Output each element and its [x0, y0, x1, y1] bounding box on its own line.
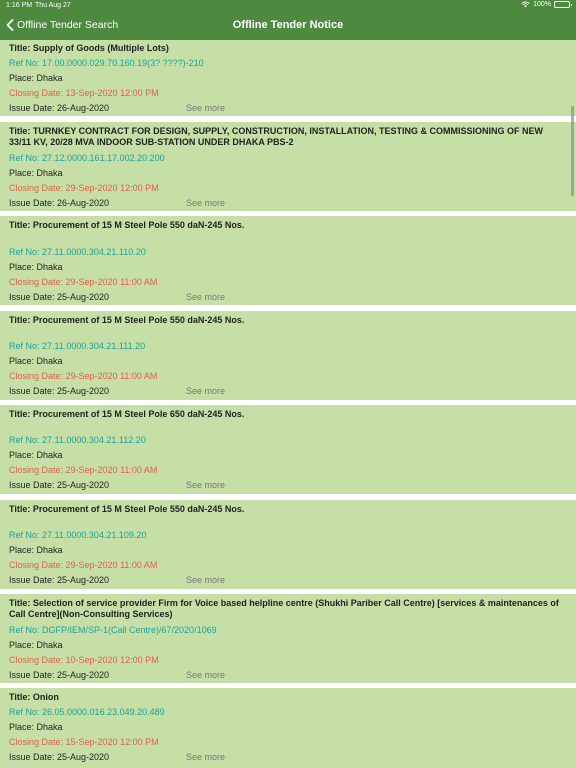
tender-place: Place: Dhaka — [9, 722, 63, 732]
tender-issue-date: Issue Date: 26-Aug-2020 — [9, 103, 110, 113]
tender-issue-date: Issue Date: 25-Aug-2020 — [9, 575, 110, 585]
tender-issue-date: Issue Date: 25-Aug-2020 — [9, 670, 110, 680]
tender-closing-date: Closing Date: 15-Sep-2020 12:00 PM — [9, 737, 159, 747]
tender-closing-date: Closing Date: 10-Sep-2020 12:00 PM — [9, 655, 159, 665]
tender-ref: Ref No: 27.12.0000.161.17.002.20.200 — [9, 153, 165, 163]
see-more-link[interactable]: See more — [186, 575, 225, 585]
tender-closing-date: Closing Date: 29-Sep-2020 12:00 PM — [9, 183, 159, 193]
tender-place: Place: Dhaka — [9, 450, 63, 460]
tender-issue-date: Issue Date: 25-Aug-2020 — [9, 386, 110, 396]
status-bar: 1:16 PM Thu Aug 27 100% — [0, 0, 576, 12]
tender-closing-date: Closing Date: 29-Sep-2020 11:00 AM — [9, 465, 158, 475]
tender-title: Title: Procurement of 15 M Steel Pole 55… — [9, 504, 245, 514]
see-more-link[interactable]: See more — [186, 670, 225, 680]
tender-card[interactable]: Title: Procurement of 15 M Steel Pole 55… — [0, 311, 576, 400]
tender-card[interactable]: Title: Selection of service provider Fir… — [0, 594, 576, 683]
tender-closing-date: Closing Date: 29-Sep-2020 11:00 AM — [9, 560, 158, 570]
see-more-link[interactable]: See more — [186, 198, 225, 208]
tender-card[interactable]: Title: Onion Ref No: 26.05.0000.016.23.0… — [0, 688, 576, 768]
tender-card[interactable]: Title: TURNKEY CONTRACT FOR DESIGN, SUPP… — [0, 122, 576, 211]
status-time: 1:16 PM — [6, 2, 33, 9]
tender-title: Title: TURNKEY CONTRACT FOR DESIGN, SUPP… — [9, 126, 544, 147]
tender-issue-date: Issue Date: 25-Aug-2020 — [9, 292, 110, 302]
tender-ref: Ref No: DGFP/IEM/SP-1(Call Centre)/67/20… — [9, 625, 217, 635]
tender-title: Title: Procurement of 15 M Steel Pole 55… — [9, 220, 245, 230]
tender-title: Title: Supply of Goods (Multiple Lots) — [9, 43, 169, 53]
tender-title: Title: Onion — [9, 692, 59, 702]
tender-ref: Ref No: 17.00.0000.029.70.160.19(3? ????… — [9, 58, 204, 68]
see-more-link[interactable]: See more — [186, 752, 225, 762]
tender-title: Title: Procurement of 15 M Steel Pole 55… — [9, 315, 245, 325]
see-more-link[interactable]: See more — [186, 480, 225, 490]
tender-place: Place: Dhaka — [9, 640, 63, 650]
page-title: Offline Tender Notice — [232, 19, 344, 31]
wifi-icon — [521, 1, 530, 8]
tender-ref: Ref No: 27.11.0000.304.21.111.20 — [9, 341, 146, 351]
tender-card[interactable]: Title: Procurement of 15 M Steel Pole 65… — [0, 405, 576, 494]
battery-icon — [554, 1, 572, 8]
tender-issue-date: Issue Date: 26-Aug-2020 — [9, 198, 110, 208]
tender-closing-date: Closing Date: 29-Sep-2020 11:00 AM — [9, 371, 158, 381]
tender-title: Title: Procurement of 15 M Steel Pole 65… — [9, 409, 245, 419]
tender-card[interactable]: Title: Procurement of 15 M Steel Pole 55… — [0, 500, 576, 589]
tender-ref: Ref No: 27.11.0000.304.21.109.20 — [9, 530, 147, 540]
tender-ref: Ref No: 26.05.0000.016.23.049.20.489 — [9, 707, 165, 717]
tender-place: Place: Dhaka — [9, 545, 63, 555]
tender-ref: Ref No: 27.11.0000.304.21.112.20 — [9, 435, 146, 445]
see-more-link[interactable]: See more — [186, 103, 225, 113]
scrollbar[interactable] — [571, 106, 574, 196]
status-date: Thu Aug 27 — [35, 2, 71, 9]
tender-list[interactable]: Title: Supply of Goods (Multiple Lots) R… — [0, 40, 576, 768]
tender-place: Place: Dhaka — [9, 262, 63, 272]
tender-place: Place: Dhaka — [9, 73, 63, 83]
tender-closing-date: Closing Date: 13-Sep-2020 12:00 PM — [9, 88, 159, 98]
tender-ref: Ref No: 27.11.0000.304.21.110.20 — [9, 247, 146, 257]
tender-place: Place: Dhaka — [9, 168, 63, 178]
tender-place: Place: Dhaka — [9, 356, 63, 366]
battery-percent: 100% — [533, 1, 551, 8]
status-indicators: 100% — [521, 1, 572, 8]
tender-issue-date: Issue Date: 25-Aug-2020 — [9, 752, 110, 762]
navigation-bar: 1:16 PM Thu Aug 27 100% Offline Tender S… — [0, 0, 576, 40]
tender-card[interactable]: Title: Procurement of 15 M Steel Pole 55… — [0, 216, 576, 305]
see-more-link[interactable]: See more — [186, 292, 225, 302]
tender-card[interactable]: Title: Supply of Goods (Multiple Lots) R… — [0, 40, 576, 116]
tender-issue-date: Issue Date: 25-Aug-2020 — [9, 480, 110, 490]
tender-closing-date: Closing Date: 29-Sep-2020 11:00 AM — [9, 277, 158, 287]
tender-title: Title: Selection of service provider Fir… — [9, 598, 559, 619]
see-more-link[interactable]: See more — [186, 386, 225, 396]
